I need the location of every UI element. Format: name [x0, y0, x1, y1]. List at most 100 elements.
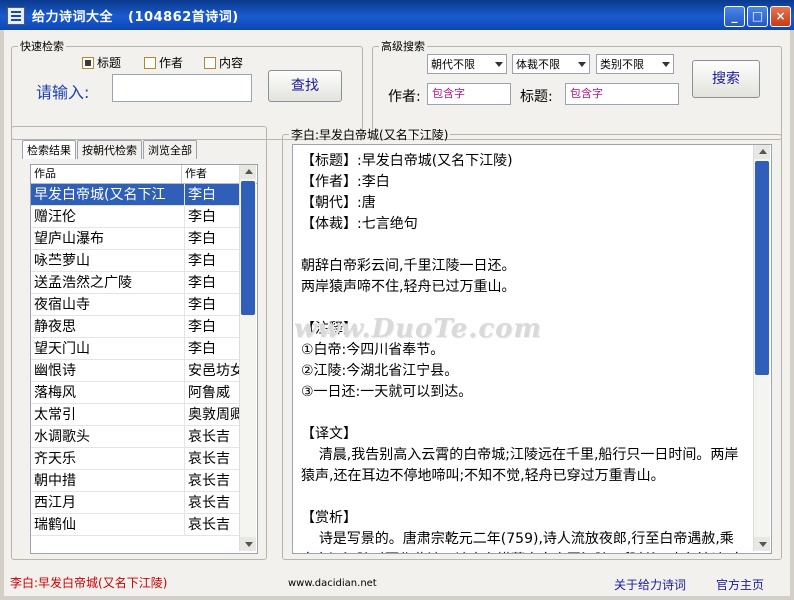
list-item-author: 李白	[185, 228, 242, 250]
list-item[interactable]: 西江月 哀长吉	[31, 492, 257, 514]
checkbox-author-box[interactable]	[144, 56, 156, 69]
poem-count: (104862首诗词)	[128, 10, 239, 25]
scroll-up-icon[interactable]	[240, 165, 256, 179]
window-title-text: 给力诗词大全	[32, 10, 114, 25]
title-bar: 给力诗词大全 (104862首诗词) _ □ ×	[0, 0, 794, 30]
minimize-button[interactable]: _	[724, 6, 745, 27]
dynasty-select[interactable]: 朝代不限	[427, 54, 507, 74]
list-item-title: 齐天乐	[31, 448, 185, 470]
content-scrollbar[interactable]	[753, 145, 770, 551]
search-button[interactable]: 搜索	[692, 60, 760, 98]
list-item[interactable]: 咏苎萝山 李白	[31, 250, 257, 272]
poem-content[interactable]: 【标题】:早发白帝城(又名下江陵) 【作者】:李白 【朝代】:唐 【体裁】:七言…	[292, 144, 772, 554]
checkbox-content-label: 内容	[219, 56, 244, 70]
scroll-up-icon[interactable]	[754, 145, 770, 159]
list-item-author: 哀长吉	[185, 492, 242, 514]
scroll-down-icon[interactable]	[240, 537, 256, 551]
list-item[interactable]: 早发白帝城(又名下江 李白	[31, 184, 257, 206]
close-button[interactable]: ×	[770, 6, 791, 27]
window-body: 快速检索 标题 作者 内容 请输入: 查找 高级搜索 朝代不限 体裁不限 类别不…	[4, 30, 790, 596]
website-link[interactable]: www.dacidian.net	[288, 578, 377, 589]
poem-list-rows: 早发白帝城(又名下江 李白 赠汪伦 李白 望庐山瀑布 李白 咏苎萝山 李白 送孟浩然之广陵 李白夜…	[31, 184, 257, 536]
list-item-title: 西江月	[31, 492, 185, 514]
list-item-title: 赠汪伦	[31, 206, 185, 228]
list-item-title: 夜宿山寺	[31, 294, 185, 316]
advanced-search-legend: 高级搜索	[381, 40, 425, 53]
chevron-down-icon	[578, 62, 586, 67]
category-select-value: 类别不限	[600, 58, 644, 71]
genre-select[interactable]: 体裁不限	[512, 54, 590, 74]
genre-select-value: 体裁不限	[516, 58, 560, 71]
poem-list-header: 作品 作者	[31, 165, 257, 184]
list-item-author: 哀长吉	[185, 514, 242, 536]
checkbox-content-box[interactable]	[204, 56, 216, 69]
chevron-down-icon	[495, 62, 503, 67]
watermark-text: www.DuoTe.com	[294, 314, 543, 344]
list-scrollbar[interactable]	[239, 165, 256, 551]
search-input-label: 请输入:	[36, 83, 90, 102]
list-item[interactable]: 望天门山 李白	[31, 338, 257, 360]
list-item-title: 咏苎萝山	[31, 250, 185, 272]
list-item-author: 奥敦周卿	[185, 404, 242, 426]
checkbox-title[interactable]: 标题	[82, 54, 121, 71]
content-legend: 李白:早发白帝城(又名下江陵)	[291, 128, 449, 142]
list-item[interactable]: 静夜思 李白	[31, 316, 257, 338]
column-header-author[interactable]: 作者	[182, 165, 240, 183]
app-icon	[7, 7, 25, 25]
list-scroll-thumb[interactable]	[241, 181, 255, 315]
tab-search-results[interactable]: 检索结果	[22, 140, 76, 159]
list-item[interactable]: 水调歌头 哀长吉	[31, 426, 257, 448]
author-field[interactable]: 包含字	[427, 83, 511, 105]
list-item[interactable]: 齐天乐 哀长吉	[31, 448, 257, 470]
find-button[interactable]: 查找	[268, 70, 342, 102]
list-item[interactable]: 落梅风 阿鲁威	[31, 382, 257, 404]
list-item-title: 送孟浩然之广陵	[31, 272, 185, 294]
list-item-author: 李白	[185, 250, 242, 272]
quick-search-legend: 快速检索	[20, 40, 64, 53]
list-item[interactable]: 太常引 奥敦周卿	[31, 404, 257, 426]
list-item-author: 哀长吉	[185, 426, 242, 448]
tab-browse-all[interactable]: 浏览全部	[143, 140, 197, 159]
list-item-author: 李白	[185, 316, 242, 338]
list-item-author: 李白	[185, 338, 242, 360]
list-item-title: 瑞鹤仙	[31, 514, 185, 536]
title-field[interactable]: 包含字	[565, 83, 679, 105]
poem-text: 【标题】:早发白帝城(又名下江陵) 【作者】:李白 【朝代】:唐 【体裁】:七言…	[301, 153, 744, 553]
list-item-author: 阿鲁威	[185, 382, 242, 404]
column-header-work[interactable]: 作品	[31, 165, 182, 183]
checkbox-title-label: 标题	[97, 56, 122, 70]
list-item-author: 安邑坊女	[185, 360, 242, 382]
homepage-link[interactable]: 官方主页	[716, 576, 764, 593]
list-item-title: 水调歌头	[31, 426, 185, 448]
title-field-label: 标题:	[520, 89, 553, 105]
checkbox-author-label: 作者	[159, 56, 184, 70]
list-item-author: 哀长吉	[185, 448, 242, 470]
list-item-author: 哀长吉	[185, 470, 242, 492]
tab-by-dynasty[interactable]: 按朝代检索	[77, 140, 142, 159]
list-item[interactable]: 赠汪伦 李白	[31, 206, 257, 228]
list-item-title: 幽恨诗	[31, 360, 185, 382]
list-item[interactable]: 幽恨诗 安邑坊女	[31, 360, 257, 382]
list-item[interactable]: 送孟浩然之广陵 李白	[31, 272, 257, 294]
checkbox-title-box[interactable]	[82, 56, 94, 69]
maximize-button[interactable]: □	[747, 6, 768, 27]
list-item-author: 李白	[185, 206, 242, 228]
category-select[interactable]: 类别不限	[596, 54, 674, 74]
list-item-title: 朝中措	[31, 470, 185, 492]
list-item-title: 落梅风	[31, 382, 185, 404]
content-scroll-thumb[interactable]	[755, 161, 769, 375]
list-item-title: 早发白帝城(又名下江	[31, 184, 185, 206]
checkbox-author[interactable]: 作者	[144, 54, 183, 71]
list-item-title: 太常引	[31, 404, 185, 426]
poem-list: 作品 作者 早发白帝城(又名下江 李白 赠汪伦 李白 望庐山瀑布 李白 咏苎萝山 李白 送孟浩然…	[30, 164, 258, 554]
list-item[interactable]: 夜宿山寺 李白	[31, 294, 257, 316]
about-link[interactable]: 关于给力诗词	[614, 576, 686, 593]
list-item[interactable]: 瑞鹤仙 哀长吉	[31, 514, 257, 536]
list-item[interactable]: 望庐山瀑布 李白	[31, 228, 257, 250]
checkbox-content[interactable]: 内容	[204, 54, 243, 71]
search-input[interactable]	[112, 74, 252, 102]
list-item[interactable]: 朝中措 哀长吉	[31, 470, 257, 492]
scroll-down-icon[interactable]	[754, 537, 770, 551]
list-item-author: 李白	[185, 184, 242, 206]
list-item-title: 望庐山瀑布	[31, 228, 185, 250]
